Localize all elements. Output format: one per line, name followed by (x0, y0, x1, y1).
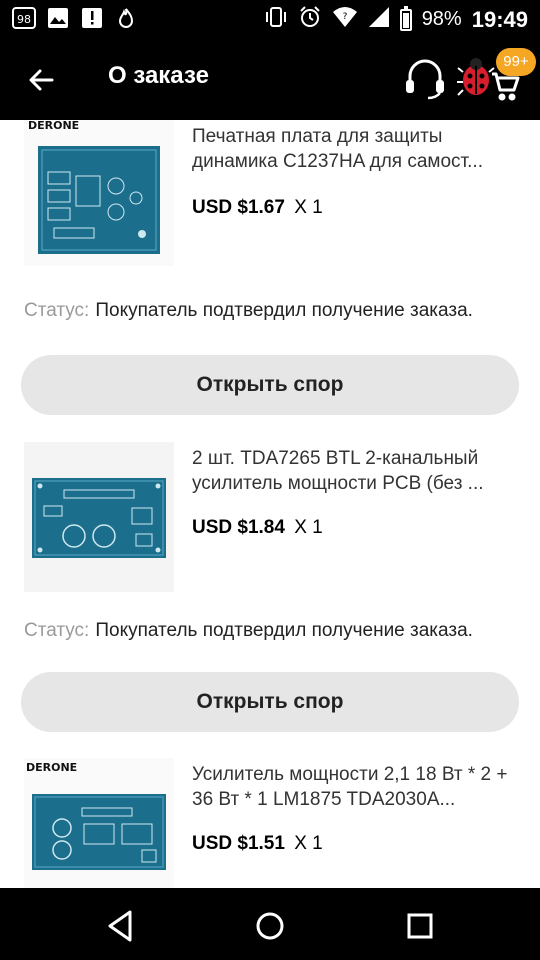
back-button[interactable] (22, 60, 62, 100)
brand-logo: DERONE (28, 120, 79, 132)
flame-icon (114, 6, 138, 30)
alert-icon (80, 6, 104, 30)
nav-recents-button[interactable] (400, 906, 440, 946)
product-price: USD $1.51 (192, 833, 285, 854)
status-bar: 98 ? 98% 19:49 (0, 0, 540, 38)
status-label: Статус: (24, 620, 90, 641)
price-row: USD $1.84 X 1 (192, 517, 323, 539)
arrow-back-icon (29, 69, 54, 91)
product-image[interactable]: DERONE (24, 758, 174, 888)
headset-icon (406, 59, 444, 100)
status-label: Статус: (24, 300, 90, 321)
wifi-icon: ? (332, 6, 358, 33)
product-price: USD $1.84 (192, 517, 285, 538)
status-value: Покупатель подтвердил получение заказа. (95, 620, 473, 641)
open-dispute-button[interactable]: Открыть спор (21, 672, 519, 732)
svg-text:?: ? (342, 12, 347, 22)
product-title[interactable]: 2 шт. TDA7265 BTL 2-канальный усилитель … (192, 446, 522, 496)
clock: 19:49 (471, 6, 528, 32)
svg-text:98: 98 (17, 13, 31, 26)
product-image[interactable] (24, 442, 174, 592)
signal-icon (368, 6, 390, 33)
product-price: USD $1.67 (192, 197, 285, 218)
battery-percent: 98% (421, 8, 462, 30)
order-status: Статус: Покупатель подтвердил получение … (24, 618, 524, 644)
order-details-list[interactable]: DERONE Печатная плата для защиты динамик… (0, 120, 540, 888)
product-qty: X 1 (294, 833, 323, 854)
vibrate-icon (264, 6, 288, 33)
support-button[interactable] (402, 58, 448, 100)
page-title: О заказе (108, 62, 209, 89)
status-value: Покупатель подтвердил получение заказа. (95, 300, 473, 321)
product-qty: X 1 (294, 517, 323, 538)
price-row: USD $1.51 X 1 (192, 833, 323, 855)
circle-home-icon (256, 912, 284, 940)
open-dispute-button[interactable]: Открыть спор (21, 355, 519, 415)
alarm-icon (298, 5, 322, 34)
app-bar: О заказе 99+ (0, 38, 540, 120)
order-status: Статус: Покупатель подтвердил получение … (24, 298, 524, 324)
product-title[interactable]: Усилитель мощности 2,1 18 Вт * 2 + 36 Вт… (192, 762, 522, 812)
system-nav-bar (0, 888, 540, 960)
nav-back-button[interactable] (100, 906, 140, 946)
cart-badge: 99+ (496, 48, 536, 76)
square-recents-icon (407, 913, 433, 939)
product-image[interactable]: DERONE (24, 120, 174, 266)
image-icon (46, 6, 70, 30)
triangle-back-icon (108, 910, 132, 942)
price-row: USD $1.67 X 1 (192, 197, 323, 219)
nav-home-button[interactable] (250, 906, 290, 946)
brand-logo: DERONE (26, 761, 77, 774)
notification-98-icon: 98 (12, 6, 36, 30)
battery-icon (399, 5, 412, 31)
product-qty: X 1 (294, 197, 323, 218)
product-title[interactable]: Печатная плата для защиты динамика C1237… (192, 124, 522, 174)
